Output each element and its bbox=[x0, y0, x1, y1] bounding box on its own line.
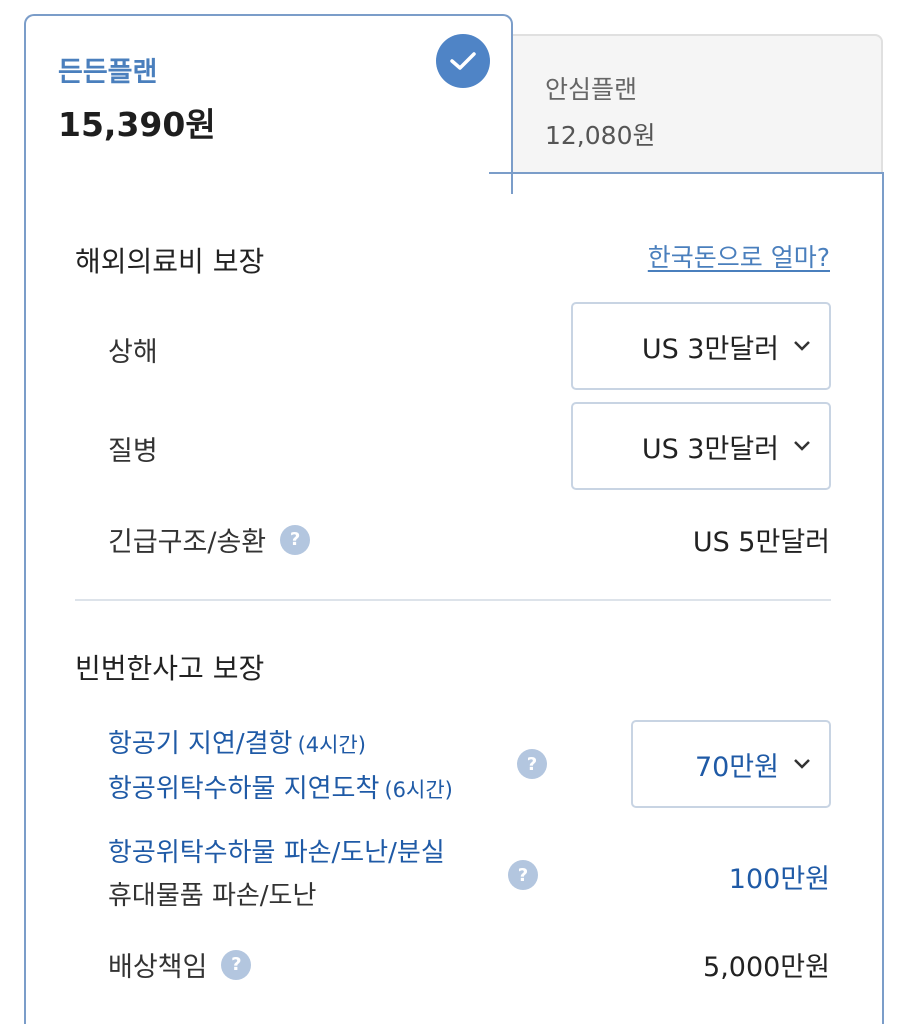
plan-name: 안심플랜 bbox=[545, 75, 638, 104]
rescue-label: 긴급구조/송환 bbox=[108, 527, 267, 558]
select-value: US 3만달러 bbox=[641, 433, 779, 465]
plan-price: 12,080원 bbox=[545, 121, 656, 150]
question-icon[interactable]: ? bbox=[221, 949, 252, 980]
flight-delay-text: 항공기 지연/결항 (4시간) 항공위탁수하물 지연도착 (6시간) bbox=[108, 724, 453, 814]
belongings-damage-label: 휴대물품 파손/도난 bbox=[108, 881, 317, 911]
injury-coverage-select[interactable]: US 3만달러 bbox=[571, 302, 831, 390]
select-value: 70만원 bbox=[694, 751, 779, 783]
question-icon[interactable]: ? bbox=[508, 860, 538, 890]
baggage-delay-label: 항공위탁수하물 지연도착 bbox=[108, 774, 380, 804]
plan-price: 15,390원 bbox=[58, 105, 216, 144]
baggage-delay-note: (6시간) bbox=[384, 778, 453, 802]
liability-label: 배상책임 bbox=[108, 952, 208, 983]
plan-tab-dundun[interactable]: 든든플랜 15,390원 bbox=[24, 14, 513, 194]
rescue-row: 긴급구조/송환 ? bbox=[108, 520, 311, 559]
section-divider bbox=[75, 599, 831, 601]
baggage-loss-text: 항공위탁수하물 파손/도난/분실 휴대물품 파손/도난 bbox=[108, 832, 445, 918]
section-title-medical: 해외의료비 보장 bbox=[75, 245, 265, 278]
rescue-value: US 5만달러 bbox=[692, 527, 830, 558]
question-icon[interactable]: ? bbox=[280, 524, 311, 555]
select-value: US 3만달러 bbox=[641, 333, 779, 365]
krw-conversion-link[interactable]: 한국돈으로 얼마? bbox=[648, 238, 830, 274]
check-icon bbox=[436, 34, 490, 88]
panel-border bbox=[489, 172, 884, 174]
flight-delay-coverage-select[interactable]: 70만원 bbox=[631, 720, 831, 808]
flight-delay-label: 항공기 지연/결항 bbox=[108, 729, 293, 759]
baggage-loss-label: 항공위탁수하물 파손/도난/분실 bbox=[108, 838, 445, 868]
disease-label: 질병 bbox=[108, 436, 158, 467]
plan-tab-ansim[interactable]: 안심플랜 12,080원 bbox=[511, 34, 883, 174]
plan-name: 든든플랜 bbox=[58, 57, 158, 88]
chevron-down-icon bbox=[794, 759, 810, 769]
disease-coverage-select[interactable]: US 3만달러 bbox=[571, 402, 831, 490]
injury-label: 상해 bbox=[108, 337, 158, 368]
question-icon[interactable]: ? bbox=[517, 749, 547, 779]
flight-delay-note: (4시간) bbox=[297, 733, 366, 757]
baggage-loss-value: 100만원 bbox=[728, 864, 830, 895]
chevron-down-icon bbox=[794, 441, 810, 451]
liability-value: 5,000만원 bbox=[703, 952, 830, 983]
liability-row: 배상책임 ? bbox=[108, 945, 252, 984]
chevron-down-icon bbox=[794, 341, 810, 351]
section-title-accident: 빈번한사고 보장 bbox=[75, 652, 265, 685]
